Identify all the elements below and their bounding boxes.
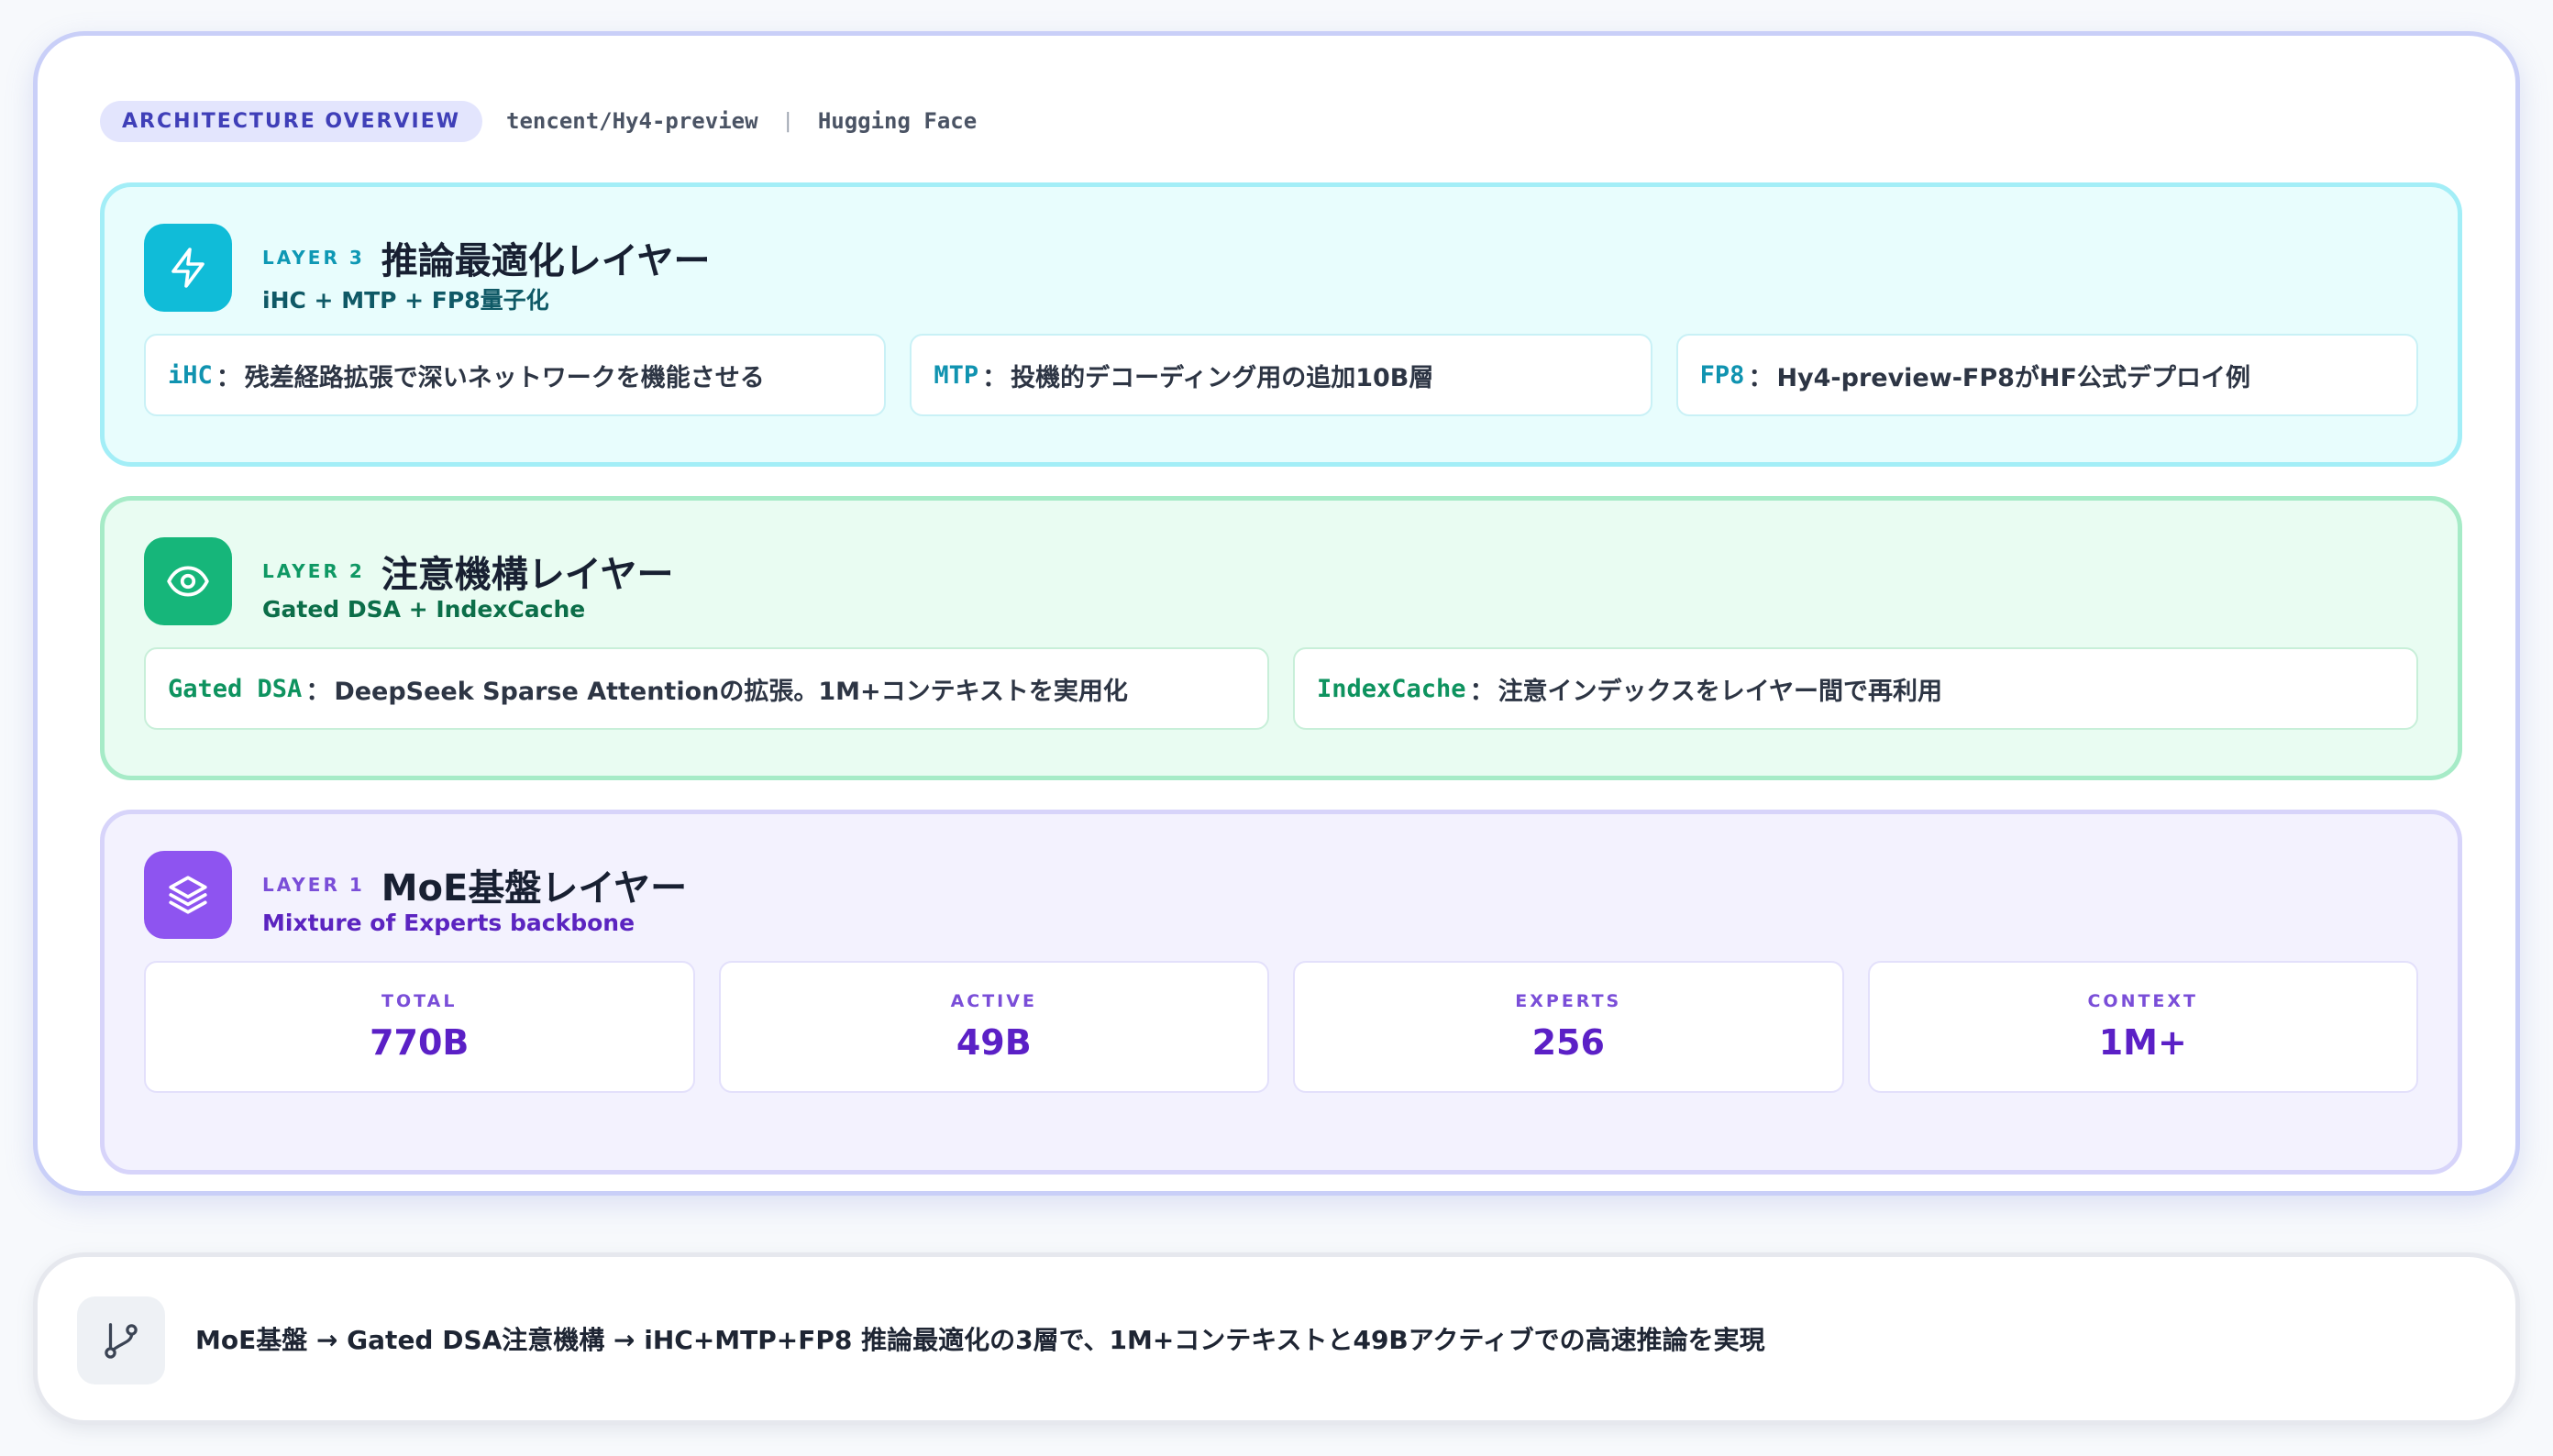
layer-3-tag: LAYER 3 xyxy=(262,247,365,269)
summary-text: MoE基盤 → Gated DSA注意機構 → iHC+MTP+FP8 推論最適… xyxy=(195,1325,1765,1355)
stat-value: 256 xyxy=(1531,1022,1605,1063)
layer-2-heading: LAYER 2 注意機構レイヤー xyxy=(262,545,674,598)
source-name: Hugging Face xyxy=(817,108,978,134)
layer-3-items: iHC：残差経路拡張で深いネットワークを機能させる MTP：投機的デコーディング… xyxy=(144,334,2418,416)
lightning-icon xyxy=(144,224,232,312)
layer-1-tag: LAYER 1 xyxy=(262,874,365,896)
item-key: FP8 xyxy=(1699,360,1745,390)
stat-value: 49B xyxy=(956,1022,1032,1063)
stat-label: TOTAL xyxy=(381,991,458,1011)
item-key: iHC xyxy=(168,360,213,390)
item-text: 注意インデックスをレイヤー間で再利用 xyxy=(1498,677,1942,706)
stat-label: CONTEXT xyxy=(2087,991,2199,1011)
layer-2-title: 注意機構レイヤー xyxy=(381,554,674,596)
stat-total: TOTAL 770B xyxy=(144,961,695,1093)
architecture-overview-badge: ARCHITECTURE OVERVIEW xyxy=(100,100,483,142)
item-text: 投機的デコーディング用の追加10B層 xyxy=(1011,363,1434,392)
item-text: Hy4-preview-FP8がHF公式デプロイ例 xyxy=(1776,363,2250,392)
layer-3-item-ihc: iHC：残差経路拡張で深いネットワークを機能させる xyxy=(144,334,887,416)
summary-card: MoE基盤 → Gated DSA注意機構 → iHC+MTP+FP8 推論最適… xyxy=(33,1252,2520,1425)
item-key: MTP xyxy=(934,360,979,390)
git-branch-icon xyxy=(77,1296,165,1384)
stat-label: ACTIVE xyxy=(950,991,1037,1011)
item-text: 残差経路拡張で深いネットワークを機能させる xyxy=(244,363,765,392)
architecture-card: ARCHITECTURE OVERVIEW tencent/Hy4-previe… xyxy=(33,31,2520,1196)
header-row: ARCHITECTURE OVERVIEW tencent/Hy4-previe… xyxy=(100,100,977,142)
layer-2-panel: LAYER 2 注意機構レイヤー Gated DSA + IndexCache … xyxy=(100,496,2462,780)
item-key: Gated DSA xyxy=(168,674,303,703)
stat-value: 770B xyxy=(370,1022,470,1063)
layer-2-tag: LAYER 2 xyxy=(262,560,365,582)
layer-1-stats: TOTAL 770B ACTIVE 49B EXPERTS 256 CONTEX… xyxy=(144,961,2418,1093)
repo-name: tencent/Hy4-preview xyxy=(506,108,758,134)
layer-3-item-mtp: MTP：投機的デコーディング用の追加10B層 xyxy=(910,334,1652,416)
stat-active: ACTIVE 49B xyxy=(718,961,1269,1093)
stat-experts: EXPERTS 256 xyxy=(1293,961,1844,1093)
layer-1-subtitle: Mixture of Experts backbone xyxy=(262,910,635,936)
layer-3-heading: LAYER 3 推論最適化レイヤー xyxy=(262,231,711,284)
layer-1-title: MoE基盤レイヤー xyxy=(381,867,688,910)
eye-icon xyxy=(144,537,232,625)
stat-context: CONTEXT 1M+ xyxy=(1867,961,2418,1093)
layer-3-title: 推論最適化レイヤー xyxy=(381,240,711,282)
layer-3-panel: LAYER 3 推論最適化レイヤー iHC + MTP + FP8量子化 iHC… xyxy=(100,182,2462,467)
layer-3-subtitle: iHC + MTP + FP8量子化 xyxy=(262,287,549,314)
item-key: IndexCache xyxy=(1317,674,1466,703)
stat-label: EXPERTS xyxy=(1515,991,1622,1011)
layer-2-subtitle: Gated DSA + IndexCache xyxy=(262,596,586,623)
layer-3-item-fp8: FP8： Hy4-preview-FP8がHF公式デプロイ例 xyxy=(1675,334,2418,416)
layers-icon xyxy=(144,851,232,939)
layer-2-item-gated-dsa: Gated DSA： DeepSeek Sparse Attentionの拡張。1… xyxy=(144,647,1269,730)
stat-value: 1M+ xyxy=(2098,1022,2187,1063)
item-text: DeepSeek Sparse Attentionの拡張。1M+コンテキストを実… xyxy=(334,677,1128,706)
layer-1-panel: LAYER 1 MoE基盤レイヤー Mixture of Experts bac… xyxy=(100,810,2462,1175)
layer-2-item-indexcache: IndexCache：注意インデックスをレイヤー間で再利用 xyxy=(1293,647,2418,730)
layer-1-heading: LAYER 1 MoE基盤レイヤー xyxy=(262,858,687,911)
header-separator: | xyxy=(781,109,794,133)
layer-2-items: Gated DSA： DeepSeek Sparse Attentionの拡張。1… xyxy=(144,647,2418,730)
